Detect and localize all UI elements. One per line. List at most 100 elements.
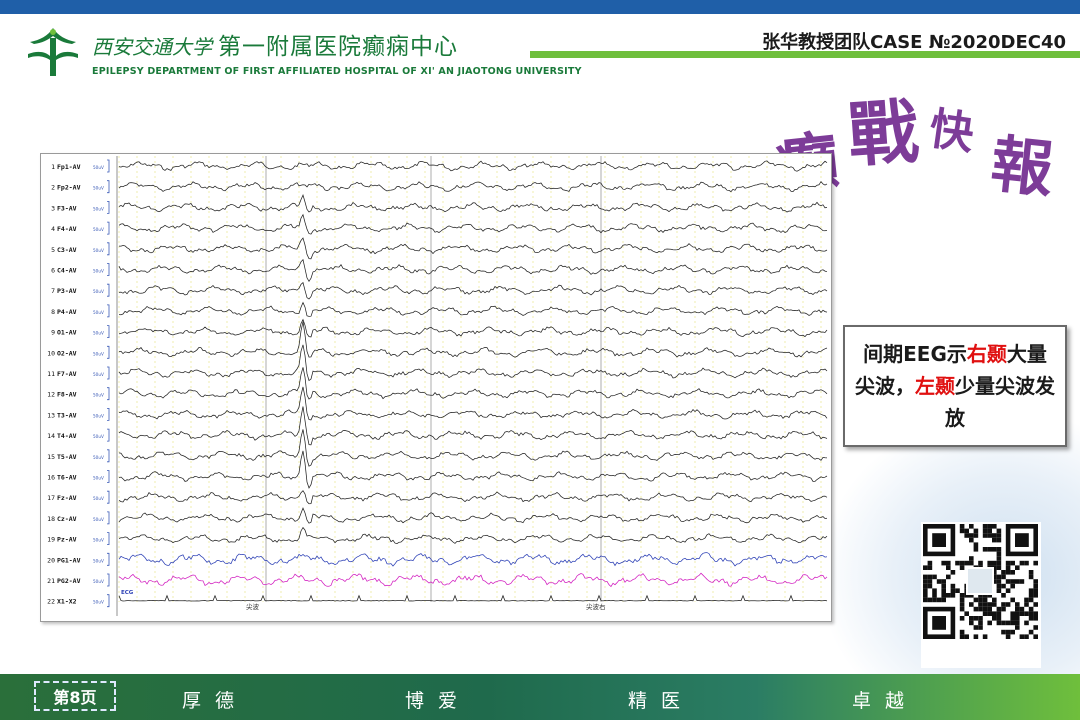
qr-module xyxy=(1001,570,1006,575)
motto-4: 卓越 xyxy=(852,690,919,712)
qr-module xyxy=(1024,597,1029,603)
qr-module xyxy=(1001,602,1006,607)
eeg-channel-label: PG2-AV xyxy=(57,577,81,585)
callout-part-left-temporal: 左颞 xyxy=(915,374,955,398)
eeg-channel-label: F3-AV xyxy=(57,204,77,212)
qr-module xyxy=(1033,583,1038,589)
qr-code-icon[interactable] xyxy=(921,522,1041,668)
eeg-calibration-bracket xyxy=(107,532,110,545)
eeg-calibration-bracket xyxy=(107,428,110,442)
qr-module xyxy=(1028,593,1034,598)
qr-module xyxy=(923,588,928,593)
eeg-channel-label: T3-AV xyxy=(57,411,77,419)
qr-module xyxy=(1015,606,1020,612)
qr-module xyxy=(964,611,969,616)
qr-module xyxy=(1005,579,1011,584)
eeg-trace-line xyxy=(118,552,828,567)
eeg-trace-line xyxy=(118,594,828,602)
hospital-logo-icon xyxy=(28,28,78,76)
qr-module xyxy=(996,579,1002,584)
qr-module xyxy=(1028,611,1034,616)
qr-module xyxy=(927,574,933,580)
qr-module xyxy=(1001,606,1006,612)
qr-module xyxy=(950,583,956,589)
qr-module xyxy=(1005,620,1011,626)
qr-module xyxy=(941,588,946,593)
eeg-channel-label: T5-AV xyxy=(57,453,77,461)
qr-module xyxy=(1028,629,1034,635)
eeg-channel-index: 7 xyxy=(51,287,55,295)
qr-module xyxy=(996,547,1002,552)
eeg-trace-line xyxy=(118,160,828,172)
qr-module xyxy=(941,579,946,584)
eeg-channel-index: 21 xyxy=(47,577,55,585)
qr-module xyxy=(969,537,974,543)
qr-module xyxy=(1024,634,1029,639)
qr-module xyxy=(1010,620,1015,626)
qr-module xyxy=(964,634,969,639)
qr-module xyxy=(978,597,983,603)
qr-module xyxy=(969,620,974,626)
eeg-channel-scale: 50uV xyxy=(93,186,104,191)
eeg-channel-index: 15 xyxy=(47,453,55,461)
qr-module xyxy=(992,533,997,538)
qr-module xyxy=(973,606,979,612)
eeg-channel-index: 13 xyxy=(47,411,55,419)
qr-module xyxy=(992,547,997,552)
qr-module xyxy=(1033,616,1038,621)
eeg-channel-scale: 50uV xyxy=(93,496,104,501)
qr-finder xyxy=(932,533,946,547)
eeg-channel-scale: 50uV xyxy=(93,579,104,584)
qr-module xyxy=(1019,634,1025,639)
qr-module xyxy=(1019,611,1025,616)
eeg-channel-index: 6 xyxy=(51,267,55,275)
qr-module xyxy=(932,593,937,598)
qr-module xyxy=(955,588,960,593)
page-indicator: 第8页 xyxy=(34,681,116,711)
qr-module xyxy=(959,602,965,607)
qr-module xyxy=(982,547,988,552)
eeg-trace-line xyxy=(118,213,828,235)
qr-module xyxy=(996,556,1002,561)
qr-module xyxy=(950,593,956,598)
eeg-channel-label: Fp1-AV xyxy=(57,163,81,171)
eeg-channel-label: O2-AV xyxy=(57,349,77,357)
eeg-channel-label: F7-AV xyxy=(57,370,77,378)
eeg-channel-index: 12 xyxy=(47,391,55,399)
qr-finder xyxy=(1015,533,1029,547)
qr-module xyxy=(1028,606,1034,612)
qr-module xyxy=(1001,574,1006,580)
eeg-channel-scale: 50uV xyxy=(93,393,104,398)
qr-module xyxy=(973,542,979,547)
case-label: 张华教授团队CASE №2020DEC40 xyxy=(762,32,1066,53)
eeg-channel-index: 22 xyxy=(47,598,55,606)
eeg-trace-line xyxy=(118,450,828,489)
qr-module xyxy=(1019,606,1025,612)
qr-module xyxy=(959,528,965,534)
eeg-channel-scale: 50uV xyxy=(93,413,104,418)
eeg-channel-scale: 50uV xyxy=(93,331,104,336)
eeg-trace-line xyxy=(118,258,828,283)
qr-module xyxy=(982,597,988,603)
qr-module xyxy=(987,611,992,616)
qr-module xyxy=(992,602,997,607)
qr-module xyxy=(987,547,992,552)
eeg-channel-index: 16 xyxy=(47,474,55,482)
eeg-channel-scale: 50uV xyxy=(93,289,104,294)
eeg-channel-label: T4-AV xyxy=(57,432,77,440)
qr-module xyxy=(923,583,928,589)
qr-module xyxy=(927,565,933,570)
qr-module xyxy=(946,593,951,598)
qr-module xyxy=(964,560,969,566)
eeg-calibration-bracket xyxy=(107,552,110,566)
eeg-trace-canvas: 1 Fp1-AV 50uV 2 Fp2-AV 50uV 3 F3-AV 50uV 4 F4-AV 50… xyxy=(47,156,828,616)
eeg-channel-index: 20 xyxy=(47,556,55,564)
eeg-calibration-bracket xyxy=(107,325,110,338)
qr-module xyxy=(969,556,974,561)
qr-module xyxy=(1033,602,1038,607)
eeg-calibration-bracket xyxy=(107,387,110,401)
eeg-trace-line xyxy=(118,321,828,358)
qr-module xyxy=(1033,588,1038,593)
eeg-channel-index: 17 xyxy=(47,494,55,502)
eeg-calibration-bracket xyxy=(107,594,110,608)
